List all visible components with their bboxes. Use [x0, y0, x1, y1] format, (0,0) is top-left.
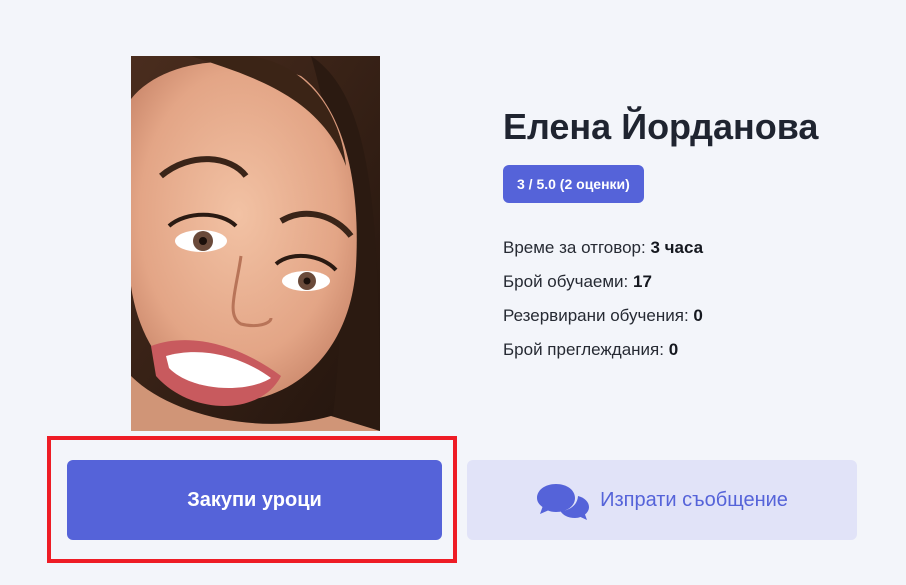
- tutor-info: Елена Йорданова 3 / 5.0 (2 оценки) Време…: [503, 105, 818, 367]
- stat-value: 3 часа: [650, 238, 704, 257]
- tutor-photo: [131, 56, 380, 431]
- stat-label: Време за отговор:: [503, 238, 651, 257]
- stat-label: Брой преглеждания:: [503, 340, 669, 359]
- send-message-label: Изпрати съобщение: [600, 488, 788, 511]
- stat-value: 17: [633, 272, 652, 291]
- stat-students: Брой обучаеми: 17: [503, 265, 818, 299]
- send-message-button[interactable]: Изпрати съобщение: [467, 460, 857, 540]
- buy-lessons-button[interactable]: Закупи уроци: [67, 460, 442, 540]
- stat-label: Брой обучаеми:: [503, 272, 633, 291]
- tutor-name: Елена Йорданова: [503, 106, 819, 147]
- rating-badge: 3 / 5.0 (2 оценки): [503, 165, 644, 203]
- stat-views: Брой преглеждания: 0: [503, 333, 818, 367]
- stat-booked-lessons: Резервирани обучения: 0: [503, 299, 818, 333]
- stat-label: Резервирани обучения:: [503, 306, 694, 325]
- chat-bubbles-icon: [536, 478, 590, 522]
- stat-value: 0: [668, 340, 679, 359]
- tutor-stats: Време за отговор: 3 часа Брой обучаеми: …: [503, 231, 818, 367]
- stat-value: 0: [693, 306, 703, 325]
- stat-response-time: Време за отговор: 3 часа: [503, 231, 818, 265]
